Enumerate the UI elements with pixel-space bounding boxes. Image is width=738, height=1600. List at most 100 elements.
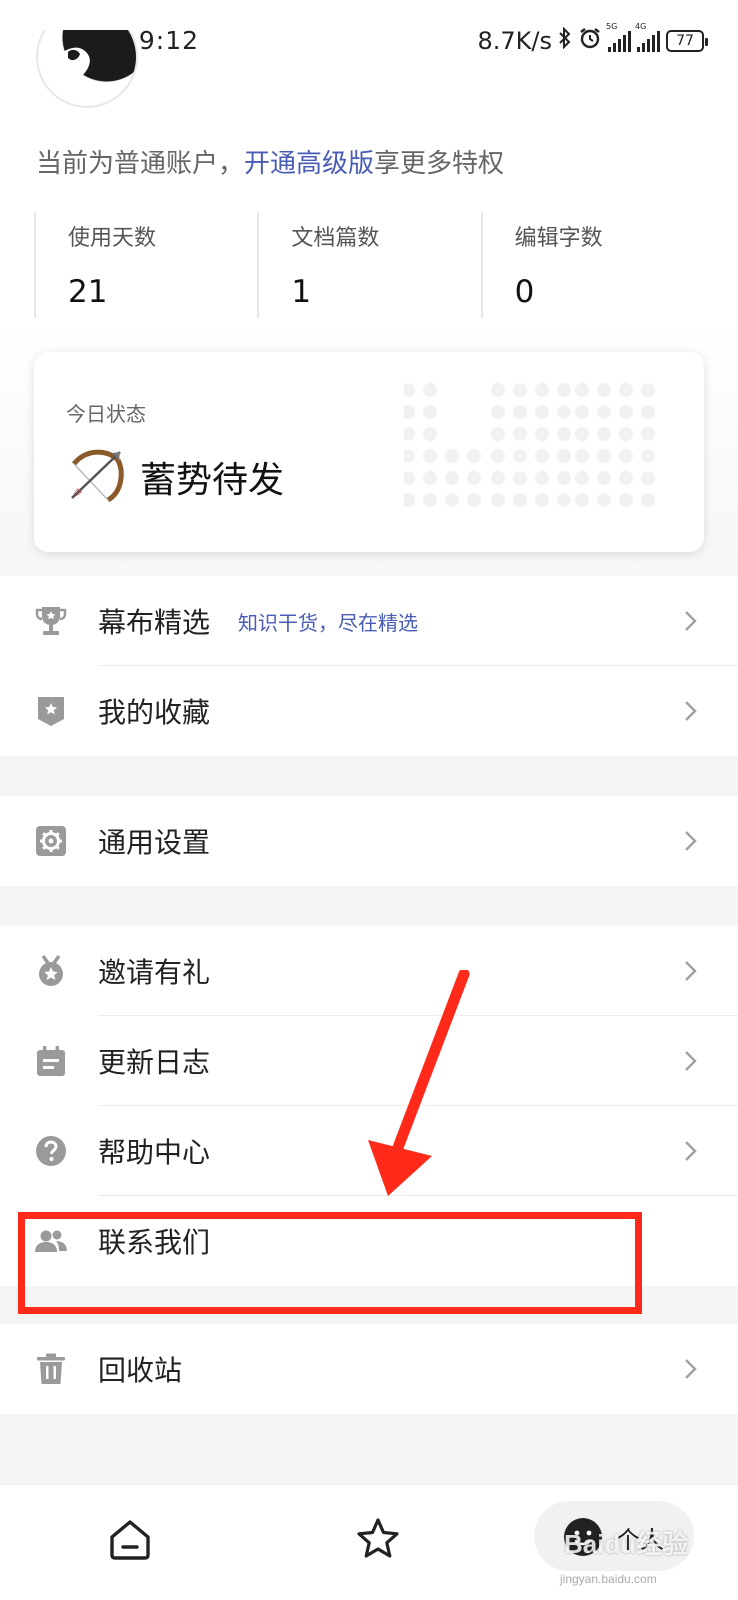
decoration-dot [535,449,549,463]
bluetooth-icon [558,26,572,55]
decoration-dot [513,383,527,397]
account-prefix: 当前为普通账户， [36,149,245,179]
signal-5g-icon: 5G [606,22,631,52]
stat-label: 使用天数 [68,226,157,251]
decoration-dot [641,471,655,485]
decoration-dot [513,449,527,463]
decoration-dot [445,449,459,463]
decoration-dot [404,471,415,485]
decoration-dot [619,427,633,441]
menu-item-contact[interactable]: 联系我们 [0,1196,738,1286]
help-icon [34,1134,68,1168]
decoration-dot [641,405,655,419]
decoration-dot [557,427,571,441]
decoration-dot [404,405,415,419]
sim1-tag: 5G [606,22,618,31]
chevron-right-icon [680,1140,700,1162]
menu-label: 联系我们 [98,1226,211,1259]
decoration-dot [423,427,437,441]
avatar[interactable] [36,30,138,108]
decoration-dot [575,405,589,419]
chevron-right-icon [680,960,700,982]
today-status-card[interactable]: 今日状态 蓄势待发 [34,352,704,552]
decoration-dot [513,493,527,507]
decoration-dot [557,449,571,463]
decoration-dot [575,383,589,397]
battery-icon: 77 [666,30,708,52]
menu-item-trash[interactable]: 回收站 [0,1324,738,1414]
menu-group-featured: 幕布精选 知识干货，尽在精选 我的收藏 [0,576,738,756]
gear-icon [34,824,68,858]
net-speed: 8.7K/s [477,27,553,55]
menu-item-changelog[interactable]: 更新日志 [0,1016,738,1106]
menu-label: 通用设置 [98,826,211,859]
menu-item-favorites[interactable]: 我的收藏 [0,666,738,756]
decoration-dot [641,449,655,463]
chevron-right-icon [680,700,700,722]
decoration-dot [597,471,611,485]
decoration-dot [597,449,611,463]
decoration-dot [491,383,505,397]
people-icon [34,1224,68,1258]
decoration-dot [619,449,633,463]
decoration-dot [619,383,633,397]
menu-item-settings[interactable]: 通用设置 [0,796,738,886]
menu-item-invite[interactable]: 邀请有礼 [0,926,738,1016]
decoration-dot [535,493,549,507]
menu-item-help[interactable]: 帮助中心 [0,1106,738,1196]
alarm-icon [578,26,602,56]
star-icon[interactable] [354,1515,402,1563]
trash-icon [34,1352,68,1386]
card-state: 蓄势待发 [66,444,284,510]
decoration-dot [467,449,481,463]
decoration-dot [491,405,505,419]
menu-group-trash: 回收站 [0,1324,738,1414]
decoration-dot [445,471,459,485]
menu-label: 幕布精选 [98,606,211,639]
trophy-icon [34,604,68,638]
watermark-sub: jingyan.baidu.com [560,1572,657,1586]
decoration-dot [641,427,655,441]
menu-group-more: 邀请有礼 更新日志 帮助中心 联系我们 [0,926,738,1286]
dot-matrix-decoration [404,383,655,507]
home-icon[interactable] [106,1515,154,1563]
decoration-dot [557,383,571,397]
avatar-image [36,30,138,108]
decoration-dot [404,383,415,397]
decoration-dot [575,471,589,485]
decoration-dot [575,493,589,507]
stat-value: 1 [291,274,312,310]
watermark: Baidu经验 [564,1529,689,1559]
decoration-dot [535,383,549,397]
chevron-right-icon [680,610,700,632]
battery-level: 77 [676,33,694,49]
stat-value: 21 [68,274,108,310]
menu-item-featured[interactable]: 幕布精选 知识干货，尽在精选 [0,576,738,666]
sim2-tag: 4G [635,22,647,31]
decoration-dot [575,427,589,441]
card-label: 今日状态 [66,402,146,426]
decoration-dot [491,471,505,485]
status-indicators: 8.7K/s 5G 4G 77 [477,22,708,56]
medal-icon [34,954,68,988]
decoration-dot [423,493,437,507]
upgrade-link[interactable]: 开通高级版 [244,149,374,179]
decoration-dot [513,471,527,485]
menu-label: 我的收藏 [98,696,211,729]
decoration-dot [619,471,633,485]
decoration-dot [513,427,527,441]
decoration-dot [535,405,549,419]
stat-days: 使用天数 21 [34,212,257,318]
decoration-dot [491,449,505,463]
decoration-dot [619,405,633,419]
stat-value: 0 [514,274,535,310]
decoration-dot [535,427,549,441]
calendar-icon [34,1044,68,1078]
decoration-dot [491,427,505,441]
decoration-dot [445,493,459,507]
menu-label: 回收站 [98,1354,183,1387]
decoration-dot [597,493,611,507]
account-status: 当前为普通账户，开通高级版享更多特权 [36,143,504,180]
decoration-dot [467,493,481,507]
menu-label: 邀请有礼 [98,956,211,989]
